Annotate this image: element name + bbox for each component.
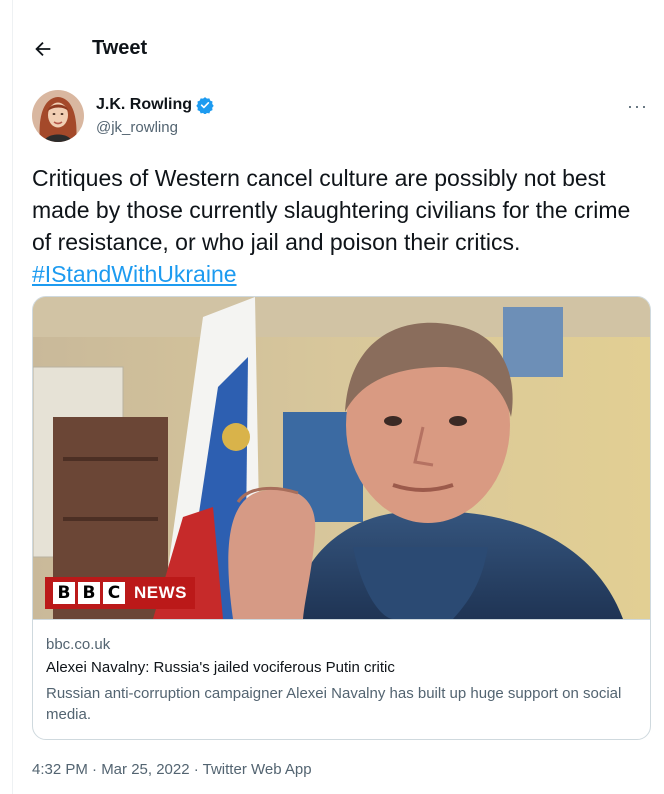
verified-badge-icon	[196, 97, 214, 114]
tweet-text: Critiques of Western cancel culture are …	[32, 162, 632, 290]
card-domain[interactable]: bbc.co.uk	[46, 636, 110, 653]
column-divider	[12, 0, 13, 794]
arrow-left-icon	[35, 41, 51, 57]
tweet-timestamp[interactable]: 4:32 PM · Mar 25, 2022 · Twitter Web App	[32, 761, 312, 778]
card-title[interactable]: Alexei Navalny: Russia's jailed vocifero…	[46, 659, 395, 676]
tweet-page: Tweet J.K. Rowling @jk_rowling ··· Criti…	[0, 0, 664, 794]
link-card[interactable]: B B C NEWS bbc.co.uk Alexei Navalny: Rus…	[32, 296, 651, 740]
avatar[interactable]	[32, 90, 84, 142]
author-name[interactable]: J.K. Rowling	[96, 96, 192, 114]
bbc-news-word: NEWS	[134, 583, 187, 602]
more-options-button[interactable]: ···	[627, 96, 648, 117]
bbc-letter: C	[103, 582, 125, 604]
back-button[interactable]	[32, 38, 54, 60]
bbc-letter: B	[78, 582, 100, 604]
author-handle[interactable]: @jk_rowling	[96, 119, 178, 136]
hashtag-link[interactable]: #IStandWithUkraine	[32, 261, 237, 287]
author-name-row[interactable]: J.K. Rowling	[96, 96, 214, 114]
card-divider	[33, 619, 650, 620]
more-horizontal-icon: ···	[627, 96, 648, 116]
bbc-letter: B	[53, 582, 75, 604]
page-title: Tweet	[92, 37, 148, 59]
tweet-header: Tweet	[0, 0, 664, 96]
tweet-body: Critiques of Western cancel culture are …	[32, 165, 631, 255]
card-image[interactable]: B B C NEWS	[33, 297, 650, 619]
bbc-news-badge: B B C NEWS	[45, 577, 195, 609]
card-description[interactable]: Russian anti-corruption campaigner Alexe…	[46, 683, 636, 725]
